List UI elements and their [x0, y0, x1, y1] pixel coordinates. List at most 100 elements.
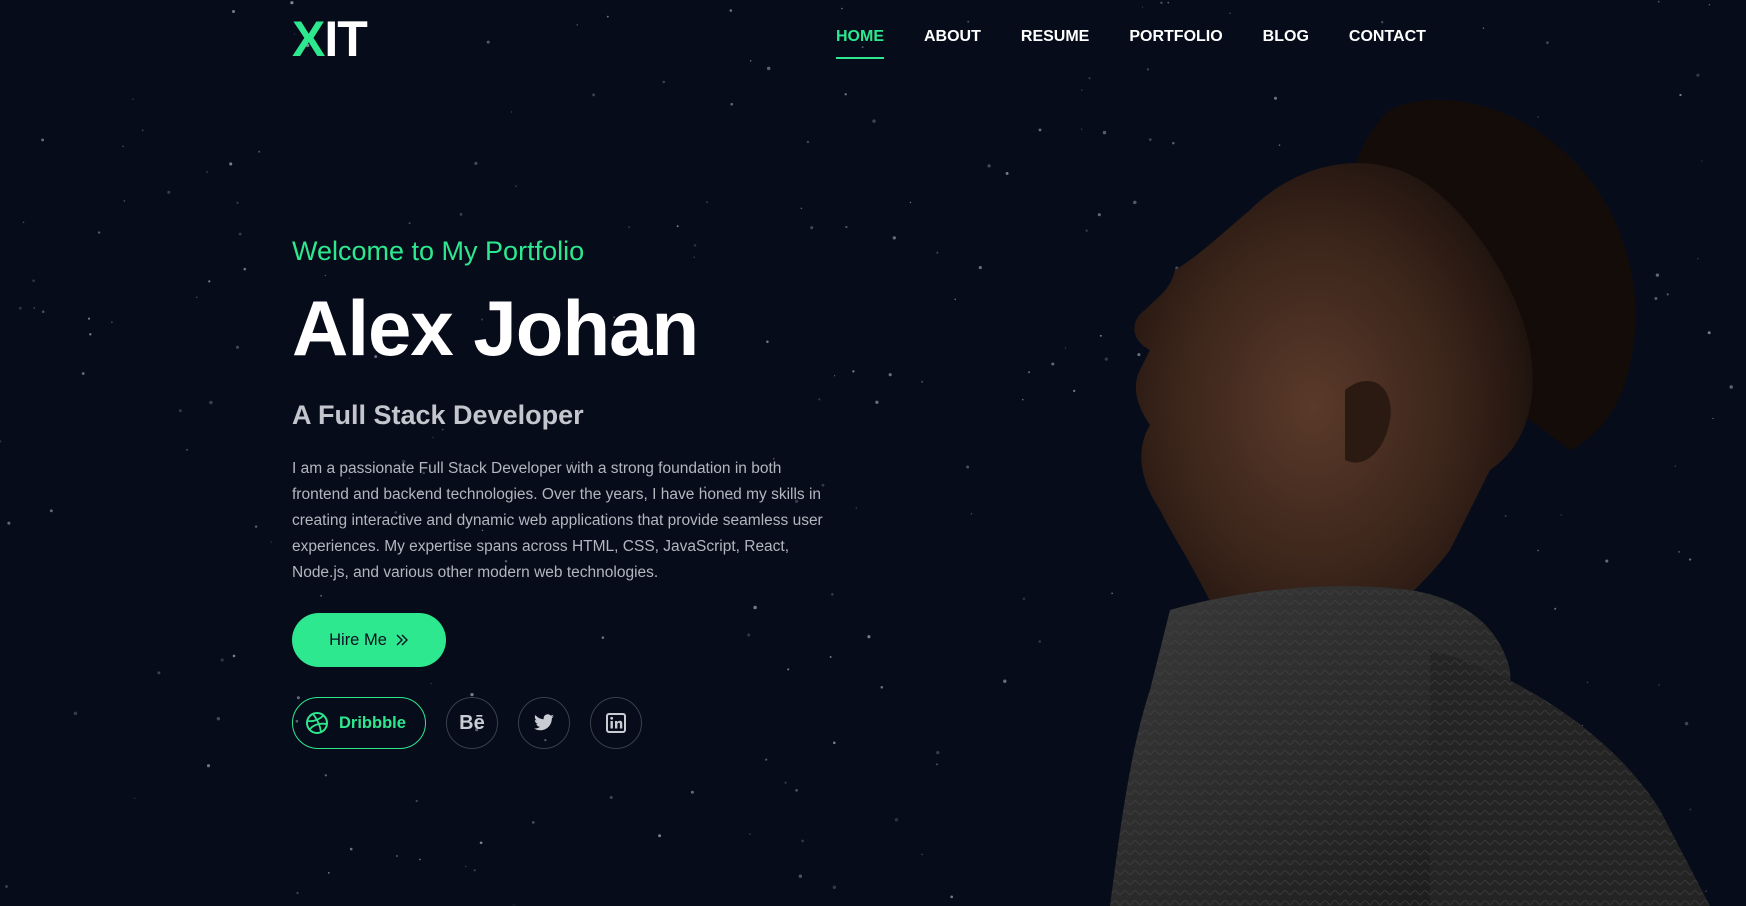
star-dot [1005, 171, 1009, 175]
star-dot [892, 236, 896, 240]
star-dot [206, 171, 209, 174]
dribbble-button[interactable]: Dribbble [292, 697, 426, 749]
star-dot [235, 345, 240, 349]
nav-home[interactable]: HOME [836, 28, 884, 59]
star-dot [408, 222, 411, 225]
star-dot [787, 668, 790, 671]
star-dot [236, 201, 239, 204]
hero-role: A Full Stack Developer [292, 400, 584, 430]
star-dot [1160, 1, 1163, 4]
star-dot [22, 221, 25, 224]
star-dot [658, 834, 662, 838]
nav-about[interactable]: ABOUT [924, 28, 981, 46]
star-dot [0, 440, 2, 443]
star-dot [349, 847, 353, 851]
star-dot [970, 513, 973, 515]
star-dot [465, 865, 467, 868]
star-dot [41, 310, 45, 314]
star-dot [747, 633, 751, 637]
star-dot [49, 509, 53, 513]
dribbble-icon [306, 712, 328, 734]
hero-name: Alex Johan [292, 284, 699, 372]
star-dot [41, 138, 45, 142]
star-dot [324, 774, 328, 777]
star-dot [1028, 371, 1031, 374]
star-dot [473, 869, 476, 872]
star-dot [470, 692, 474, 697]
star-dot [229, 162, 233, 166]
star-dot [806, 140, 810, 144]
star-dot [232, 10, 235, 13]
star-dot [206, 764, 211, 768]
star-dot [1022, 398, 1024, 401]
star-dot [1229, 12, 1231, 14]
star-dot [216, 717, 221, 721]
star-dot [833, 741, 836, 745]
nav-resume[interactable]: RESUME [1021, 28, 1089, 46]
site-logo[interactable]: XIT [292, 11, 368, 67]
star-dot [1696, 73, 1700, 77]
star-dot [730, 102, 733, 106]
star-dot [134, 797, 136, 799]
hire-me-label: Hire Me [329, 630, 387, 649]
star-dot [209, 400, 213, 405]
star-dot [81, 372, 85, 375]
star-dot [867, 635, 871, 639]
star-dot [254, 525, 258, 528]
main-nav: HOME ABOUT RESUME PORTFOLIO BLOG CONTACT [836, 28, 1426, 59]
linkedin-button[interactable] [589, 697, 642, 749]
star-dot [1038, 640, 1042, 643]
star-dot [909, 201, 912, 204]
star-dot [141, 129, 144, 132]
star-dot [73, 711, 78, 716]
behance-icon: Bē [459, 711, 485, 734]
nav-portfolio[interactable]: PORTFOLIO [1129, 28, 1222, 46]
star-dot [875, 400, 879, 404]
twitter-icon [534, 714, 554, 731]
twitter-button[interactable] [517, 697, 570, 749]
star-dot [765, 758, 768, 761]
star-dot [7, 521, 11, 525]
star-dot [1141, 6, 1144, 8]
star-dot [1038, 128, 1042, 132]
star-dot [32, 279, 35, 283]
star-dot [606, 15, 609, 18]
star-dot [123, 200, 126, 202]
star-dot [967, 20, 970, 23]
star-dot [966, 465, 970, 469]
star-dot [845, 226, 848, 229]
star-dot [510, 111, 513, 113]
double-chevron-right-icon [396, 634, 408, 646]
star-dot [601, 636, 605, 639]
star-dot [1708, 3, 1711, 6]
star-dot [1381, 21, 1384, 24]
star-dot [880, 686, 884, 689]
linkedin-icon [605, 713, 626, 733]
star-dot [829, 655, 832, 658]
star-dot [690, 790, 694, 794]
star-dot [592, 93, 596, 97]
star-dot [628, 226, 630, 228]
star-dot [798, 874, 803, 878]
star-dot [810, 226, 814, 230]
logo-mark: X [292, 11, 325, 67]
hire-me-button[interactable]: Hire Me [292, 613, 446, 667]
star-dot [1003, 679, 1007, 683]
star-dot [132, 98, 134, 101]
nav-blog[interactable]: BLOG [1263, 28, 1309, 46]
star-dot [784, 781, 787, 784]
star-dot [290, 1, 294, 5]
star-dot [1146, 68, 1150, 71]
star-dot [987, 164, 991, 168]
star-dot [954, 298, 956, 301]
star-dot [861, 46, 864, 49]
star-dot [1167, 1, 1170, 4]
behance-button[interactable]: Bē [445, 697, 498, 749]
star-dot [832, 885, 837, 889]
star-dot [852, 370, 855, 373]
star-dot [1022, 597, 1026, 600]
star-dot [662, 80, 666, 84]
star-dot [243, 267, 247, 271]
nav-contact[interactable]: CONTACT [1349, 28, 1426, 46]
star-dot [753, 605, 757, 610]
